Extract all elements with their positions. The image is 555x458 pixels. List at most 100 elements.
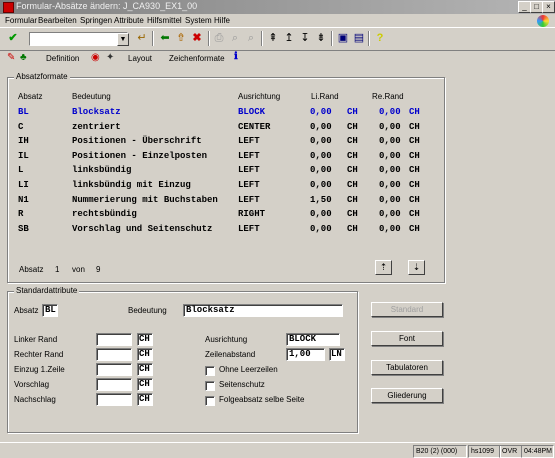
nachschlag-unit[interactable]: CH [137,393,153,406]
menu-attribute[interactable]: Attribute [114,16,144,25]
row-ausrichtung: RIGHT [238,209,266,220]
check-icon[interactable]: ♣ [20,52,27,63]
row-bedeutung: zentriert [72,121,121,132]
previous-page-icon[interactable]: ↥ [282,32,296,45]
row-absatz: IL [18,150,29,161]
zeilenabstand-field[interactable]: 1,00 [286,348,325,361]
print-icon[interactable]: ⎙ [212,32,226,45]
activate-icon[interactable]: ◉ [91,52,100,63]
standard-button[interactable]: Standard [371,302,443,317]
vorschlag-unit[interactable]: CH [137,378,153,391]
first-page-icon[interactable]: ⇞ [266,32,280,45]
next-entry-icon[interactable]: ⇣ [408,260,425,275]
menu-springen[interactable]: Springen [80,16,112,25]
save-icon[interactable]: ↵ [135,32,149,45]
tabulatoren-button[interactable]: Tabulatoren [371,360,443,375]
footer-von-label: von [72,265,85,274]
zeichenformate-button[interactable]: Zeichenformate [169,54,225,63]
row-re-rand: 0,00 [379,136,401,147]
zeilenabstand-unit[interactable]: LN [329,348,345,361]
font-button[interactable]: Font [371,331,443,346]
linker-rand-unit[interactable]: CH [137,333,153,346]
application-toolbar: ✎ ♣ Definition ◉ ✦ Layout Zeichenformate… [0,50,555,68]
einzug-field[interactable] [96,363,132,376]
row-li-rand: 0,00 [310,121,332,132]
exit-icon[interactable]: ⇮ [174,32,188,45]
row-absatz: SB [18,223,29,234]
row-re-unit: CH [409,121,420,132]
back-icon[interactable]: ⬅ [158,32,172,45]
menu-system[interactable]: System [185,16,212,25]
table-row[interactable]: IH Positionen - Überschrift LEFT 0,00 CH 0,00… [8,135,433,149]
find-next-icon[interactable]: ⌕ [244,32,258,45]
menu-hilfe[interactable]: Hilfe [214,16,230,25]
table-row[interactable]: IL Positionen - Einzelposten LEFT 0,00 CH 0,0… [8,150,433,164]
standardattribute-label: Standardattribute [14,286,80,295]
info-icon[interactable]: ℹ [234,51,238,62]
menu-bearbeiten[interactable]: Bearbeiten [38,16,77,25]
einzug-unit[interactable]: CH [137,363,153,376]
ausrichtung-label: Ausrichtung [205,335,248,344]
rechter-rand-field[interactable] [96,348,132,361]
nachschlag-field[interactable] [96,393,132,406]
row-ausrichtung: BLOCK [238,107,266,117]
definition-button[interactable]: Definition [46,54,79,63]
status-bar: B20 (2) (000) hs1099 OVR 04:48PM [0,442,555,458]
row-re-unit: CH [409,150,420,161]
footer-total: 9 [96,265,101,274]
find-icon[interactable]: ⌕ [228,32,242,45]
help-icon[interactable]: ? [373,32,387,45]
ohne-leerzeilen-checkbox[interactable] [205,366,215,376]
row-re-unit: CH [409,136,420,147]
row-re-rand: 0,00 [379,194,401,205]
menu-hilfsmittel[interactable]: Hilfsmittel [147,16,182,25]
absatz-label: Absatz [14,306,39,315]
row-re-rand: 0,00 [379,150,401,161]
table-row[interactable]: LI linksbündig mit Einzug LEFT 0,00 CH 0,00 CH [8,179,433,193]
row-re-rand: 0,00 [379,107,401,117]
row-absatz: L [18,165,24,176]
previous-entry-icon[interactable]: ⇡ [375,260,392,275]
row-li-rand: 0,00 [310,180,332,190]
enter-check-icon[interactable]: ✔ [6,32,20,45]
table-row[interactable]: BL Blocksatz BLOCK 0,00 CH 0,00 CH [8,106,433,120]
seitenschutz-checkbox[interactable] [205,381,215,391]
command-field[interactable] [29,32,128,46]
bedeutung-field[interactable]: Blocksatz [183,304,343,317]
layout-icon[interactable]: ✦ [106,52,114,63]
close-button[interactable]: × [542,1,555,13]
last-page-icon[interactable]: ⇟ [314,32,328,45]
linker-rand-field[interactable] [96,333,132,346]
table-row[interactable]: SB Vorschlag und Seitenschutz LEFT 0,00 CH 0,… [8,223,433,237]
rechter-rand-unit[interactable]: CH [137,348,153,361]
row-re-unit: CH [409,165,420,176]
table-row[interactable]: Czentriert CENTER 0,00 CH 0,00 CH [8,121,433,135]
footer-current: 1 [55,265,60,274]
row-absatz: R [18,209,24,220]
folgeabsatz-checkbox[interactable] [205,396,215,406]
table-row[interactable]: Llinksbündig LEFT 0,00 CH 0,00 CH [8,164,433,178]
row-bedeutung: Positionen - Einzelposten [72,150,208,161]
shortcut-icon[interactable]: ▤ [352,32,366,45]
table-row[interactable]: Rrechtsbündig RIGHT 0,00 CH 0,00 CH [8,208,433,222]
vorschlag-field[interactable] [96,378,132,391]
menu-formular[interactable]: Formular [5,16,37,25]
gliederung-button[interactable]: Gliederung [371,388,443,403]
row-bedeutung: Vorschlag und Seitenschutz [72,223,213,234]
folgeabsatz-label: Folgeabsatz selbe Seite [219,395,305,404]
row-bedeutung: rechtsbündig [72,209,137,220]
row-bedeutung: linksbündig [72,165,132,176]
table-row[interactable]: N1 Nummerierung mit Buchstaben LEFT 1,50 CH 0… [8,194,433,208]
settings-icon[interactable]: ✎ [7,52,15,63]
row-re-unit: CH [409,107,420,117]
row-li-rand: 0,00 [310,223,332,234]
seitenschutz-label: Seitenschutz [219,380,265,389]
command-dropdown-icon[interactable]: ▼ [117,33,129,46]
ausrichtung-field[interactable]: BLOCK [286,333,340,346]
row-li-rand: 0,00 [310,209,332,220]
cancel-icon[interactable]: ✖ [190,32,204,45]
create-session-icon[interactable]: ▣ [336,32,350,45]
absatz-field[interactable]: BL [42,304,58,317]
next-page-icon[interactable]: ↧ [298,32,312,45]
layout-button[interactable]: Layout [128,54,152,63]
